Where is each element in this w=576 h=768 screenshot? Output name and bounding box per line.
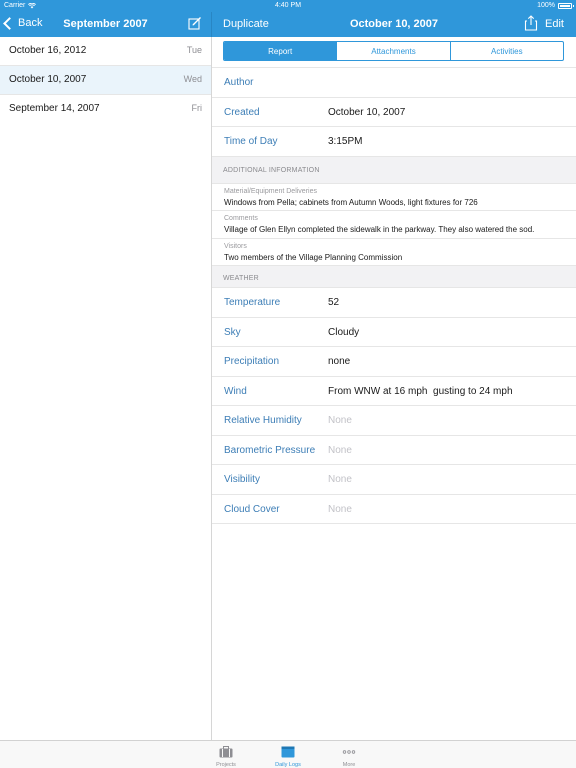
section-title: WEATHER xyxy=(223,275,259,282)
log-weekday: Fri xyxy=(191,103,203,113)
list-item[interactable]: October 16, 2012 Tue xyxy=(0,37,211,66)
visibility-label: Visibility xyxy=(224,474,260,485)
back-button-label: Back xyxy=(18,17,43,29)
barometric-pressure-label: Barometric Pressure xyxy=(224,444,316,456)
temperature-value: 52 xyxy=(328,297,340,308)
additional-info-header: ADDITIONAL INFORMATION xyxy=(212,156,576,184)
author-row[interactable]: Author xyxy=(212,67,576,98)
list-navigation-bar: Back September 2007 xyxy=(0,12,211,37)
share-icon[interactable] xyxy=(524,15,538,31)
bottom-tab-bar: Projects Daily Logs More xyxy=(0,740,576,768)
tab-activities[interactable]: Activities xyxy=(449,42,563,60)
log-date: October 10, 2007 xyxy=(9,74,87,85)
material-deliveries-value: Windows from Pella; cabinets from Autumn… xyxy=(224,197,478,207)
status-time: 4:40 PM xyxy=(274,2,302,9)
log-weekday: Wed xyxy=(183,74,202,84)
relative-humidity-value: None xyxy=(328,415,352,426)
log-date: October 16, 2012 xyxy=(9,45,87,56)
created-label: Created xyxy=(224,106,260,118)
log-weekday: Tue xyxy=(186,45,202,55)
briefcase-icon xyxy=(219,746,233,758)
cloud-cover-label: Cloud Cover xyxy=(224,503,280,515)
material-deliveries-row[interactable]: Material/Equipment Deliveries Windows fr… xyxy=(212,184,576,211)
daily-log-list: October 16, 2012 Tue October 10, 2007 We… xyxy=(0,37,211,740)
time-of-day-row[interactable]: Time of Day 3:15PM xyxy=(212,127,576,157)
relative-humidity-row[interactable]: Relative Humidity None xyxy=(212,406,576,436)
precipitation-value: none xyxy=(328,356,351,367)
duplicate-button[interactable]: Duplicate xyxy=(223,18,269,30)
visitors-value: Two members of the Village Planning Comm… xyxy=(224,252,403,262)
comments-label: Comments xyxy=(224,215,258,222)
precipitation-row[interactable]: Precipitation none xyxy=(212,347,576,377)
calendar-icon xyxy=(281,746,295,758)
wind-label: Wind xyxy=(224,385,247,397)
tab-projects[interactable]: Projects xyxy=(206,744,246,768)
tab-daily-logs-label: Daily Logs xyxy=(275,762,301,768)
created-row[interactable]: Created October 10, 2007 xyxy=(212,98,576,127)
list-item[interactable]: September 14, 2007 Fri xyxy=(0,95,211,123)
section-title: ADDITIONAL INFORMATION xyxy=(223,166,320,174)
daily-log-detail: Report Attachments Activities Author Cre… xyxy=(212,37,576,740)
barometric-pressure-value: None xyxy=(328,444,352,456)
chevron-left-icon xyxy=(3,16,16,30)
time-of-day-label: Time of Day xyxy=(224,136,278,147)
tab-attachments[interactable]: Attachments xyxy=(336,42,449,60)
visibility-value: None xyxy=(328,474,352,485)
author-label: Author xyxy=(224,77,254,88)
sky-value: Cloudy xyxy=(328,326,360,338)
edit-button[interactable]: Edit xyxy=(545,18,564,30)
visitors-label: Visitors xyxy=(224,242,247,250)
status-bar: Carrier 4:40 PM 100% xyxy=(0,0,576,12)
more-icon xyxy=(342,750,356,754)
tab-more-label: More xyxy=(342,762,356,768)
created-value: October 10, 2007 xyxy=(328,106,406,118)
visitors-row[interactable]: Visitors Two members of the Village Plan… xyxy=(212,239,576,266)
detail-navigation-bar: Duplicate October 10, 2007 Edit xyxy=(212,12,576,37)
tab-daily-logs[interactable]: Daily Logs xyxy=(268,744,308,768)
temperature-row[interactable]: Temperature 52 xyxy=(212,288,576,318)
detail-segmented-control: Report Attachments Activities xyxy=(223,41,564,61)
cloud-cover-row[interactable]: Cloud Cover None xyxy=(212,495,576,524)
visibility-row[interactable]: Visibility None xyxy=(212,465,576,495)
battery-icon xyxy=(558,2,574,9)
time-of-day-value: 3:15PM xyxy=(328,136,363,147)
tab-report[interactable]: Report xyxy=(224,42,337,60)
tab-more[interactable]: More xyxy=(329,744,369,768)
tab-projects-label: Projects xyxy=(216,762,236,768)
back-button[interactable]: Back xyxy=(3,16,43,30)
material-deliveries-label: Material/Equipment Deliveries xyxy=(224,187,317,195)
battery-percent: 100% xyxy=(537,2,555,9)
wind-value: From WNW at 16 mph gusting to 24 mph xyxy=(328,385,513,397)
temperature-label: Temperature xyxy=(224,297,281,308)
cloud-cover-value: None xyxy=(328,503,352,515)
comments-value: Village of Glen Ellyn completed the side… xyxy=(224,225,535,234)
weather-header: WEATHER xyxy=(212,266,576,288)
comments-row[interactable]: Comments Village of Glen Ellyn completed… xyxy=(212,211,576,239)
wind-row[interactable]: Wind From WNW at 16 mph gusting to 24 mp… xyxy=(212,377,576,406)
list-item[interactable]: October 10, 2007 Wed xyxy=(0,66,211,95)
battery-indicator: 100% xyxy=(537,2,574,9)
barometric-pressure-row[interactable]: Barometric Pressure None xyxy=(212,436,576,465)
relative-humidity-label: Relative Humidity xyxy=(224,415,302,426)
sky-label: Sky xyxy=(224,326,241,338)
report-content: Author Created October 10, 2007 Time of … xyxy=(212,67,576,524)
sky-row[interactable]: Sky Cloudy xyxy=(212,318,576,347)
log-date: September 14, 2007 xyxy=(9,103,100,114)
compose-icon[interactable] xyxy=(188,16,202,30)
precipitation-label: Precipitation xyxy=(224,356,280,367)
